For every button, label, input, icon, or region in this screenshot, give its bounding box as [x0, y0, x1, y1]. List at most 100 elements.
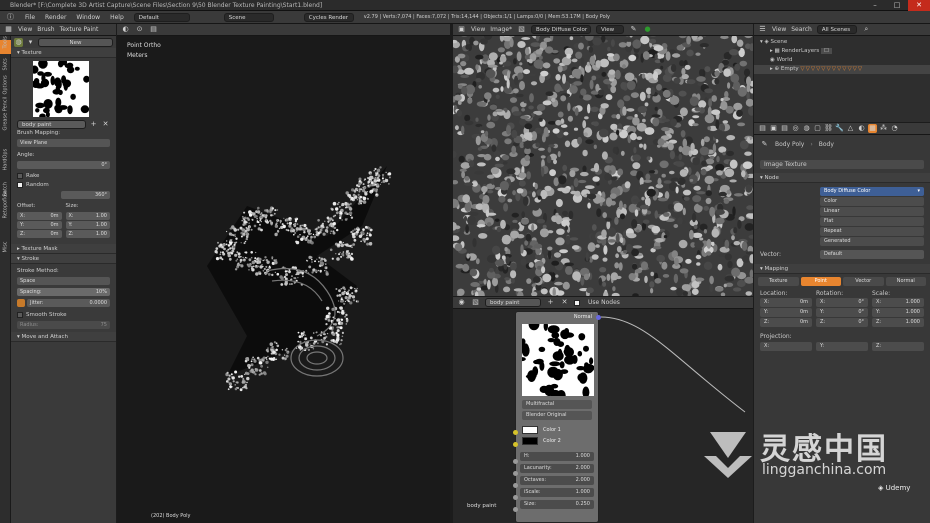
outliner-item-renderlayers[interactable]: ▸ ▦ RenderLayers ☐ [754, 47, 930, 56]
new-texture-button[interactable]: New [38, 37, 113, 47]
pivot-icon[interactable]: ⊙ [135, 25, 144, 34]
node-size-field[interactable]: Size: 0.250 [520, 500, 594, 509]
tab-grease-pencil[interactable]: Grease Pencil [3, 97, 9, 131]
jitter-field[interactable]: Jitter: 0.0000 [27, 299, 110, 307]
image-name-field[interactable]: Body Diffuse Color [531, 25, 592, 34]
image-editor[interactable] [453, 24, 753, 296]
add-icon[interactable]: + [546, 298, 555, 307]
multifractal-node[interactable]: Normal Multifractal Blender Original Col… [513, 311, 601, 523]
menu-brush[interactable]: Brush [37, 26, 54, 33]
object-tab-icon[interactable]: ▢ [813, 124, 822, 133]
texture-browse-icon[interactable]: ▾ [26, 38, 35, 47]
fractal-type-select[interactable]: Multifractal [522, 400, 592, 409]
remove-icon[interactable]: ✕ [101, 120, 110, 129]
location-z[interactable]: Z: 0m [760, 318, 812, 327]
screen-layout-select[interactable]: Default [133, 12, 190, 22]
editor-type-icon[interactable]: ⓘ [6, 13, 15, 22]
texture-tab-icon[interactable]: ▦ [868, 124, 877, 133]
projection-x[interactable]: X: [760, 342, 812, 351]
editor-type-icon[interactable]: ◉ [457, 298, 466, 307]
material-tab-icon[interactable]: ◐ [857, 124, 866, 133]
color2-swatch[interactable] [522, 437, 538, 445]
texture-section[interactable]: ▾ Texture [11, 48, 116, 58]
rotation-x[interactable]: X: 0° [816, 298, 868, 307]
editor-type-icon[interactable]: ☰ [758, 25, 767, 34]
brush-mapping-select[interactable]: View Plane [17, 139, 110, 147]
constraints-tab-icon[interactable]: ⛓ [824, 124, 833, 133]
tab-tools[interactable]: Tools [3, 36, 9, 48]
vector-select[interactable]: Default [820, 250, 924, 259]
size-z[interactable]: Z: 1.00 [65, 230, 110, 238]
texture-name-field[interactable]: body paint [17, 120, 86, 129]
spacing-field[interactable]: Spacing: 10% [17, 288, 110, 296]
location-x[interactable]: X: 0m [760, 298, 812, 307]
projection-y[interactable]: Y: [816, 342, 868, 351]
tab-slots[interactable]: Slots [3, 58, 9, 70]
outliner-item-scene[interactable]: ▾ ◈ Scene [754, 38, 930, 47]
radius-field[interactable]: Radius: 75 [17, 321, 110, 329]
pin-icon[interactable]: ✎ [760, 140, 769, 149]
noise-basis-select[interactable]: Blender Original [522, 411, 592, 420]
offset-x[interactable]: X: 0m [17, 212, 62, 220]
image-browse-icon[interactable]: ▧ [517, 25, 526, 34]
particles-tab-icon[interactable]: ⁂ [879, 124, 888, 133]
lacunarity-field[interactable]: Lacunarity: 2.000 [520, 464, 594, 473]
minimize-button[interactable]: – [864, 0, 886, 11]
color1-socket[interactable] [513, 430, 518, 435]
lacunarity-socket[interactable] [513, 471, 518, 476]
random-checkbox[interactable] [17, 181, 23, 188]
menu-search[interactable]: Search [791, 26, 812, 33]
size-y[interactable]: Y: 1.00 [65, 221, 110, 229]
flat-option[interactable]: Flat [820, 217, 924, 226]
color2-socket[interactable] [513, 442, 518, 447]
physics-tab-icon[interactable]: ◔ [890, 124, 899, 133]
node-tree-name[interactable]: body paint [485, 298, 541, 307]
mapping-tab-vector[interactable]: Vector [843, 277, 884, 286]
search-icon[interactable]: ⌕ [862, 25, 871, 34]
color-option[interactable]: Color [820, 197, 924, 206]
tab-retopoflow[interactable]: Retopoflow [3, 191, 9, 219]
editor-type-icon[interactable]: ▤ [758, 124, 767, 133]
random-angle-field[interactable]: 360° [61, 191, 110, 199]
mode-select[interactable]: Texture Paint [60, 26, 99, 33]
outliner-item-empty[interactable]: ▸ ⊕ Empty ▽▽▽▽▽▽▽▽▽▽▽▽ [754, 65, 930, 74]
move-attach-section[interactable]: ▾ Move and Attach [11, 332, 116, 342]
rotation-z[interactable]: Z: 0° [816, 318, 868, 327]
view-mode-select[interactable]: View [596, 25, 625, 34]
iscale-field[interactable]: iScale: 1.000 [520, 488, 594, 497]
modifiers-tab-icon[interactable]: 🔧 [835, 124, 844, 133]
mapping-tab-texture[interactable]: Texture [758, 277, 799, 286]
texture-icon[interactable]: ◍ [14, 37, 23, 47]
linear-option[interactable]: Linear [820, 207, 924, 216]
remove-icon[interactable]: ✕ [560, 298, 569, 307]
image-texture-field[interactable]: Image Texture [760, 160, 924, 169]
offset-y[interactable]: Y: 0m [17, 221, 62, 229]
render-engine-select[interactable]: Cycles Render [303, 12, 354, 22]
shading-icon[interactable]: ◐ [121, 25, 130, 34]
node-name-field[interactable]: Body Diffuse Color ▾ [820, 187, 924, 196]
projection-z[interactable]: Z: [872, 342, 924, 351]
menu-view[interactable]: View [772, 26, 786, 33]
generated-option[interactable]: Generated [820, 237, 924, 246]
smooth-stroke-checkbox[interactable] [17, 311, 23, 318]
outliner-item-world[interactable]: ◉ World [754, 56, 930, 65]
close-window-button[interactable]: ✕ [908, 0, 930, 11]
outliner-filter-select[interactable]: All Scenes [816, 25, 857, 34]
octaves-socket[interactable] [513, 483, 518, 488]
node-editor[interactable]: body paint Normal Multifractal Blender O… [453, 297, 753, 523]
tab-misc[interactable]: Misc [3, 241, 9, 252]
render-slot-icon[interactable]: ● [643, 25, 652, 34]
texture-browse-icon[interactable]: ▧ [471, 298, 480, 307]
editor-type-icon[interactable]: ▣ [457, 25, 466, 34]
mapping-tab-normal[interactable]: Normal [885, 277, 926, 286]
tab-options[interactable]: Options [3, 75, 9, 94]
render-tab-icon[interactable]: ▣ [769, 124, 778, 133]
scale-y[interactable]: Y: 1.000 [872, 308, 924, 317]
menu-file[interactable]: File [25, 14, 35, 21]
size-socket[interactable] [513, 507, 518, 512]
stroke-section[interactable]: ▾ Stroke [11, 254, 116, 264]
use-nodes-checkbox[interactable] [574, 299, 580, 306]
menu-render[interactable]: Render [45, 14, 66, 21]
node-section[interactable]: ▾ Node [754, 173, 930, 183]
menu-view[interactable]: View [18, 26, 32, 33]
